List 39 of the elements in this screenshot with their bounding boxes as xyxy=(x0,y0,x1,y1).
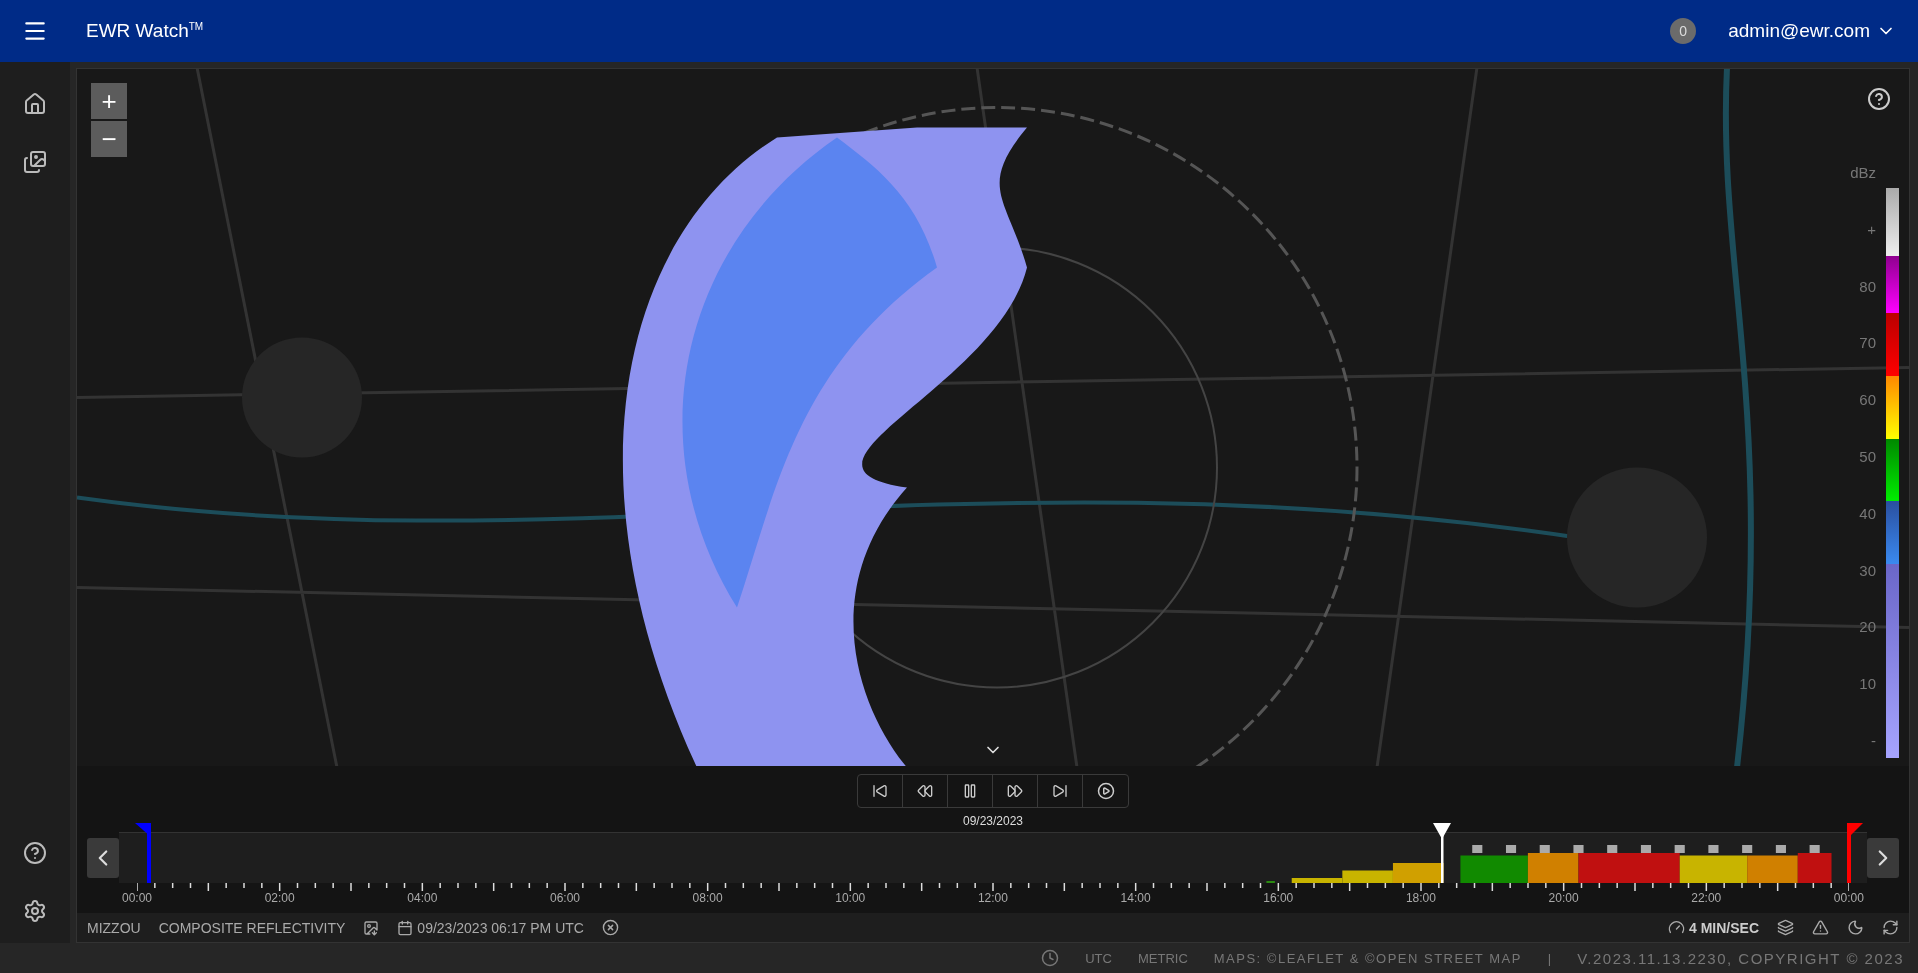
playback-speed[interactable]: 4 MIN/SEC xyxy=(1689,919,1759,936)
legend-tick: 80 xyxy=(1859,277,1876,295)
station-name: MIZZOU xyxy=(87,919,141,936)
legend-tick: 50 xyxy=(1859,448,1876,465)
hour-label: 10:00 xyxy=(835,891,866,905)
legend-tick: 20 xyxy=(1859,618,1876,636)
hour-label: 18:00 xyxy=(1405,891,1436,905)
legend-mark: - xyxy=(1871,731,1876,749)
timezone-toggle[interactable]: UTC xyxy=(1085,950,1112,966)
hour-label: 00:00 xyxy=(122,891,152,905)
hour-label: 08:00 xyxy=(692,891,723,905)
legend-mark: + xyxy=(1867,220,1876,238)
hour-label: 02:00 xyxy=(264,891,295,905)
legend-unit: dBz xyxy=(1850,164,1876,181)
hour-label: 22:00 xyxy=(1691,891,1722,905)
hour-label: 04:00 xyxy=(407,891,438,905)
units-toggle[interactable]: METRIC xyxy=(1137,950,1188,966)
legend-tick: 70 xyxy=(1859,334,1876,352)
hour-label: 14:00 xyxy=(1120,891,1151,905)
zoom-in-button[interactable]: + xyxy=(91,83,127,119)
date-time: 09/23/2023 06:17 PM UTC xyxy=(417,919,584,936)
hour-label: 20:00 xyxy=(1548,891,1579,905)
legend-tick: 40 xyxy=(1859,504,1876,522)
hour-label: 12:00 xyxy=(977,891,1008,905)
legend-tick: 30 xyxy=(1859,561,1876,579)
product-name: COMPOSITE REFLECTIVITY xyxy=(158,919,346,936)
app-title: EWR Watch$^{TM}$ xyxy=(86,20,205,42)
zoom-out-button[interactable]: − xyxy=(91,121,127,157)
hour-label: 16:00 xyxy=(1263,891,1294,905)
timeline-date: 09/23/2023 xyxy=(962,814,1024,828)
hour-label: 00:00 xyxy=(1833,891,1864,905)
map-attribution: MAPS: ©LEAFLET & ©OPEN STREET MAP xyxy=(1213,950,1522,966)
notification-count: 0 xyxy=(1670,18,1697,44)
separator: | xyxy=(1547,950,1552,966)
legend-tick: 10 xyxy=(1859,675,1876,693)
version-text: V.2023.11.13.2230, COPYRIGHT © 2023 xyxy=(1577,949,1904,967)
hour-label: 06:00 xyxy=(549,891,580,905)
user-menu[interactable]: admin@ewr.com xyxy=(1728,20,1896,42)
legend-tick: 60 xyxy=(1859,391,1876,409)
